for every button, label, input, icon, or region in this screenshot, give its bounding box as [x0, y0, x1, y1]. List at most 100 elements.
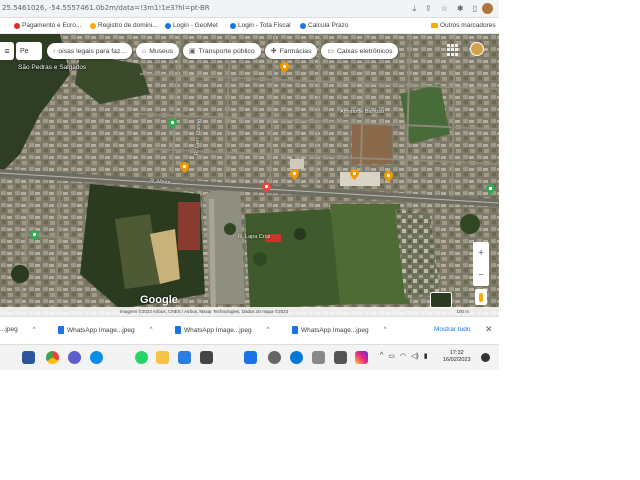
network-icon[interactable]: ▭ — [388, 352, 395, 360]
show-all-downloads-link[interactable]: Mostrar tudo — [434, 326, 471, 333]
chip-label: Museus — [149, 47, 174, 55]
notification-icon[interactable] — [481, 353, 490, 362]
google-apps-icon[interactable] — [447, 44, 459, 56]
bookmark-calcula-prazo[interactable]: Calcula Prazo — [300, 22, 348, 29]
close-icon[interactable]: ✕ — [485, 324, 493, 335]
place-pin[interactable] — [180, 162, 189, 173]
bookmark-pagamento[interactable]: Pagamento e Ecro... — [14, 22, 81, 29]
zoom-in-button[interactable]: + — [478, 248, 484, 259]
taskbar-app-icon[interactable] — [290, 351, 303, 364]
menu-button[interactable]: ≡ — [0, 42, 14, 60]
satellite-imagery — [0, 34, 499, 316]
place-pin[interactable] — [262, 182, 271, 193]
bookmark-label: Login - GeoMet — [173, 22, 218, 29]
chevron-up-icon[interactable]: ^ — [33, 327, 36, 333]
star-icon[interactable]: ☆ — [441, 3, 448, 14]
bookmark-label: Login - Tota Fiscal — [238, 22, 291, 29]
profile-avatar[interactable] — [482, 3, 493, 14]
taskbar-app-icon[interactable] — [312, 351, 325, 364]
share-icon[interactable]: ⇪ — [425, 3, 432, 14]
chevron-up-icon[interactable]: ^ — [150, 327, 153, 333]
explorer-icon[interactable] — [156, 351, 169, 364]
download-item[interactable]: WhatsApp Image...jpeg ^ — [58, 326, 152, 334]
place-pin[interactable] — [280, 62, 289, 73]
download-item[interactable]: ...jpeg ^ — [0, 326, 36, 333]
map-attribution: Imagens ©2023 Airbus, CNES / Airbus, Max… — [0, 307, 499, 316]
bus-icon: ▣ — [189, 48, 196, 55]
place-pin[interactable] — [290, 169, 299, 180]
screenshot-frame: 25.5461026, -54.5557461.0b2m/data=!3m1!1… — [0, 0, 499, 370]
file-icon — [175, 326, 181, 334]
atm-icon: ▭ — [327, 48, 334, 55]
chip-label: oisas legais para faz... — [58, 47, 126, 55]
calculator-icon[interactable] — [200, 351, 213, 364]
layers-toggle[interactable] — [430, 292, 452, 308]
clock-date: 16/02/2023 — [443, 357, 471, 363]
windows-taskbar: ^ ▭ ◠ ◁) ▮ 17:32 16/02/2023 — [0, 344, 499, 370]
place-pin[interactable] — [350, 169, 359, 180]
place-pin[interactable] — [168, 118, 177, 129]
download-icon[interactable] — [244, 351, 257, 364]
photos-icon[interactable] — [68, 351, 81, 364]
chevron-up-icon[interactable]: ^ — [380, 352, 383, 360]
download-icon[interactable]: ⤓ — [412, 3, 416, 14]
satellite-map[interactable]: ≡ Pe ‹ oisas legais para faz... ⌂ Museus… — [0, 34, 499, 316]
taskbar-app-icon[interactable] — [268, 351, 281, 364]
chip-label: Caixas eletrônicos — [336, 47, 393, 55]
whatsapp-icon[interactable] — [135, 351, 148, 364]
menu-icon: ≡ — [4, 46, 10, 56]
account-avatar[interactable] — [470, 42, 484, 56]
zoom-out-button[interactable]: − — [478, 270, 484, 281]
browser-toolbar-icons: ⤓ ⇪ ☆ ✱ ▯ — [412, 3, 477, 14]
extensions-icon[interactable]: ✱ — [457, 3, 464, 14]
bookmark-registro[interactable]: Registro de domini... — [90, 22, 158, 29]
chip-atms[interactable]: ▭ Caixas eletrônicos — [321, 43, 399, 59]
edge-icon[interactable] — [90, 351, 103, 364]
chrome-icon[interactable] — [46, 351, 59, 364]
place-pin[interactable] — [486, 184, 495, 195]
zoom-control: + − — [473, 242, 489, 286]
place-pin[interactable] — [384, 171, 393, 182]
museum-icon: ⌂ — [141, 47, 147, 55]
window-icon[interactable]: ▯ — [473, 3, 477, 14]
url-text[interactable]: 25.5461026, -54.5557461.0b2m/data=!3m1!1… — [2, 4, 210, 12]
street-view-pegman[interactable] — [475, 289, 487, 305]
chevron-up-icon[interactable]: ^ — [384, 327, 387, 333]
download-item[interactable]: WhatsApp Image...jpeg ^ — [175, 326, 269, 334]
word-icon[interactable] — [22, 351, 35, 364]
taskbar-app-icon[interactable] — [334, 351, 347, 364]
bookmark-favicon-icon — [230, 22, 236, 29]
bookmark-tota-fiscal[interactable]: Login - Tota Fiscal — [230, 22, 291, 29]
system-clock[interactable]: 17:32 16/02/2023 — [443, 350, 471, 364]
download-filename: WhatsApp Image...jpeg — [184, 326, 252, 334]
search-input[interactable]: Pe — [16, 42, 42, 60]
search-text: Pe — [20, 47, 29, 55]
folder-icon[interactable] — [178, 351, 191, 364]
street-label: Almirante Barroso — [340, 109, 385, 115]
bookmarks-bar: Pagamento e Ecro... Registro de domini..… — [0, 18, 499, 34]
scale-bar[interactable]: 100 m — [456, 307, 469, 316]
volume-icon[interactable]: ◁) — [411, 352, 419, 360]
chip-museums[interactable]: ⌂ Museus — [135, 43, 180, 59]
address-bar[interactable]: 25.5461026, -54.5557461.0b2m/data=!3m1!1… — [0, 0, 499, 18]
chip-pharmacies[interactable]: ✚ Farmácias — [264, 43, 318, 59]
attribution-text: Imagens ©2023 Airbus, CNES / Airbus, Max… — [120, 309, 289, 314]
chevron-up-icon[interactable]: ^ — [267, 327, 270, 333]
download-filename: ...jpeg — [0, 326, 18, 333]
chip-things-to-do[interactable]: ‹ oisas legais para faz... — [47, 43, 132, 59]
place-pin[interactable] — [30, 230, 39, 241]
clock-time: 17:32 — [449, 350, 464, 356]
instagram-icon[interactable] — [355, 351, 368, 364]
bookmark-favicon-icon — [165, 22, 171, 29]
downloads-bar: ...jpeg ^ WhatsApp Image...jpeg ^ WhatsA… — [0, 316, 499, 344]
battery-icon[interactable]: ▮ — [424, 352, 428, 360]
bookmark-favicon-icon — [90, 22, 96, 29]
bookmark-label: Registro de domini... — [98, 22, 158, 29]
chip-transit[interactable]: ▣ Transporte público — [183, 43, 261, 59]
bookmark-folder-label: Outros marcadores — [440, 22, 496, 29]
bookmark-label: Pagamento e Ecro... — [22, 22, 82, 29]
bookmark-geomet[interactable]: Login - GeoMet — [165, 22, 218, 29]
download-item[interactable]: WhatsApp Image...jpeg ^ — [292, 326, 386, 334]
bookmark-folder[interactable]: Outros marcadores — [431, 22, 496, 29]
wifi-icon[interactable]: ◠ — [400, 352, 406, 360]
